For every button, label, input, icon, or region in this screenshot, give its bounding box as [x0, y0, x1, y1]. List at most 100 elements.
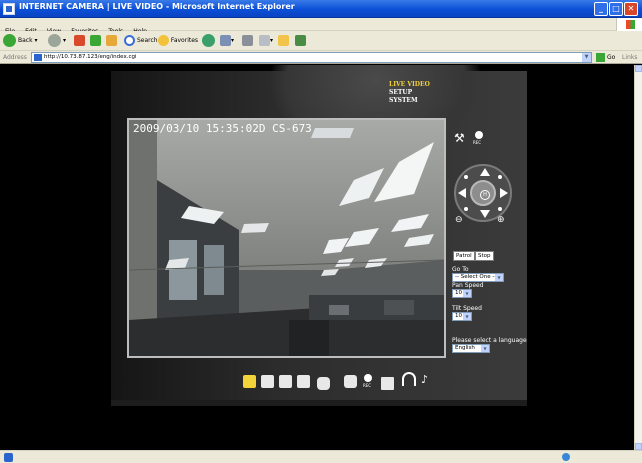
ptz-center-ring: H — [470, 180, 496, 206]
nav-live-video[interactable]: LIVE VIDEO — [389, 81, 430, 89]
pan-left-arrow-icon[interactable] — [458, 188, 466, 198]
favorites-label: Favorites — [170, 37, 199, 44]
tilt-speed-label: Tilt Speed — [452, 305, 482, 312]
language-label: Please select a language — [452, 337, 527, 344]
goto-select[interactable]: -- Select One -- ▼ — [452, 273, 504, 282]
back-arrow-icon — [3, 34, 16, 47]
patrol-stop-button[interactable]: Stop — [475, 251, 494, 261]
pan-up-arrow-icon[interactable] — [480, 168, 490, 176]
fullscreen-icon[interactable] — [317, 377, 330, 390]
browser-toolbar: Back ▾ ▾ Search Favorites ▾ ▾ — [0, 31, 642, 51]
folder-icon — [278, 35, 289, 46]
language-select[interactable]: English ▼ — [452, 344, 490, 353]
panel-footer — [111, 400, 527, 406]
live-video-feed[interactable]: 2009/03/10 15:35:02D CS-673 — [127, 118, 446, 358]
home-button[interactable] — [106, 34, 117, 48]
ptz-tools: ⚒ REC — [454, 129, 514, 159]
print-icon — [259, 35, 270, 46]
nav-setup[interactable]: SETUP — [389, 89, 430, 97]
tilt-speed-select[interactable]: 10 ▼ — [452, 312, 472, 321]
links-label: Links — [622, 54, 638, 61]
address-bar: Address http://10.73.87.123/eng/index.cg… — [0, 51, 642, 74]
go-label: Go — [607, 54, 616, 61]
search-icon — [124, 35, 135, 46]
scroll-up-icon[interactable] — [635, 65, 642, 72]
refresh-button[interactable] — [90, 34, 101, 48]
address-url: http://10.73.87.123/eng/index.cgi — [44, 54, 137, 60]
address-input[interactable]: http://10.73.87.123/eng/index.cgi ▼ — [31, 52, 592, 63]
zoom-in-icon[interactable]: ⊕ — [497, 215, 505, 225]
go-button[interactable]: Go — [596, 52, 615, 63]
page-icon — [34, 54, 42, 61]
open-folder-icon[interactable] — [381, 377, 394, 390]
internet-zone-icon — [562, 453, 570, 461]
split-view-icon[interactable] — [297, 375, 310, 388]
pan-down-left-icon[interactable] — [464, 207, 468, 211]
pan-speed-select[interactable]: 10 ▼ — [452, 289, 472, 298]
pan-down-right-icon[interactable] — [498, 207, 502, 211]
search-button[interactable]: Search — [124, 34, 158, 48]
pan-right-arrow-icon[interactable] — [500, 188, 508, 198]
pan-speed-value: 10 — [455, 290, 462, 296]
tilt-speed-dropdown-icon: ▼ — [463, 313, 471, 320]
home-label: H — [483, 192, 487, 198]
auto-focus-icon[interactable]: ⚒ — [454, 131, 468, 145]
maximize-button[interactable]: □ — [609, 2, 623, 16]
search-label: Search — [137, 37, 158, 44]
goto-value: -- Select One -- — [455, 274, 497, 280]
ie-page-icon — [3, 3, 15, 15]
history-button[interactable]: ▾ — [220, 34, 234, 48]
folder-button[interactable] — [278, 34, 289, 48]
stop-button[interactable] — [74, 34, 85, 48]
rec-label: REC — [473, 140, 482, 145]
minimize-button[interactable]: _ — [594, 2, 608, 16]
forward-button[interactable]: ▾ — [48, 34, 66, 48]
quad-view-icon[interactable] — [261, 375, 274, 388]
video-record-icon[interactable] — [364, 374, 372, 382]
mail-icon — [242, 35, 253, 46]
forward-arrow-icon — [48, 34, 61, 47]
pan-up-left-icon[interactable] — [464, 175, 468, 179]
single-view-icon[interactable] — [243, 375, 256, 388]
back-button[interactable]: Back ▾ — [3, 34, 38, 48]
nav-system[interactable]: SYSTEM — [389, 97, 430, 105]
favorites-button[interactable]: Favorites — [158, 34, 198, 48]
snapshot-camera-icon[interactable] — [344, 375, 357, 388]
home-icon — [106, 35, 117, 46]
mail-button[interactable] — [242, 34, 253, 48]
history-icon — [220, 35, 231, 46]
audio-listen-headphone-icon[interactable] — [402, 372, 416, 386]
refresh-icon — [90, 35, 101, 46]
tilt-speed-value: 10 — [455, 313, 462, 319]
stop-icon — [74, 35, 85, 46]
pan-speed-dropdown-icon: ▼ — [463, 290, 471, 297]
security-zone — [562, 453, 572, 463]
messenger-icon — [295, 35, 306, 46]
multi-view-icon[interactable] — [279, 375, 292, 388]
scroll-down-icon[interactable] — [635, 443, 642, 450]
go-arrow-icon — [596, 53, 605, 62]
pan-up-right-icon[interactable] — [498, 175, 502, 179]
pan-speed-label: Pan Speed — [452, 282, 484, 289]
address-dropdown-icon[interactable]: ▼ — [582, 53, 591, 62]
pan-down-arrow-icon[interactable] — [480, 210, 490, 218]
vertical-scrollbar[interactable] — [634, 65, 642, 450]
zoom-out-icon[interactable]: ⊖ — [455, 215, 463, 225]
window-title: INTERNET CAMERA | LIVE VIDEO - Microsoft… — [19, 2, 295, 11]
media-icon — [202, 34, 215, 47]
talk-microphone-icon[interactable]: ♪ — [421, 373, 428, 386]
windows-logo-icon — [616, 18, 642, 31]
print-button[interactable]: ▾ — [259, 34, 273, 48]
record-icon[interactable] — [475, 131, 483, 139]
page-status-icon — [4, 453, 13, 462]
messenger-button[interactable] — [295, 34, 306, 48]
media-button[interactable] — [202, 34, 217, 48]
close-button[interactable]: ✕ — [624, 2, 638, 16]
status-bar — [0, 450, 642, 463]
ptz-direction-pad[interactable]: H — [454, 164, 512, 222]
window-titlebar: INTERNET CAMERA | LIVE VIDEO - Microsoft… — [0, 0, 642, 18]
video-timestamp-osd: 2009/03/10 15:35:02D CS-673 — [133, 122, 312, 135]
home-position-button[interactable]: H — [480, 190, 490, 200]
patrol-button[interactable]: Patrol — [453, 251, 475, 261]
top-nav: LIVE VIDEO SETUP SYSTEM — [389, 81, 430, 105]
